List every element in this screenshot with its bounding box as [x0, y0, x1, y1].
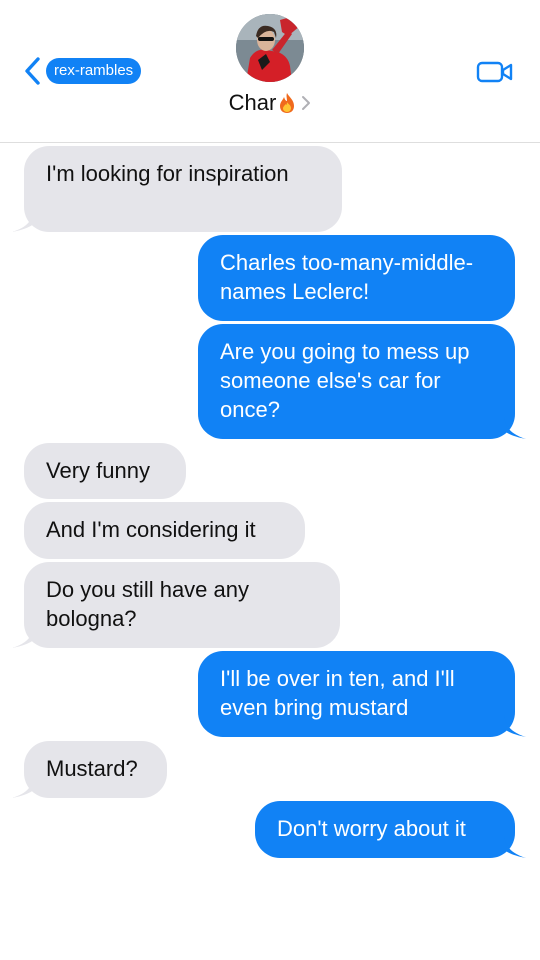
- message-bubble-outgoing[interactable]: Don't worry about it: [255, 801, 515, 858]
- bubble-tail: [504, 836, 526, 858]
- bubble-tail: [504, 715, 526, 737]
- message-bubble-incoming[interactable]: Mustard?: [24, 741, 167, 798]
- bubble-tail: [12, 210, 34, 232]
- message-text: Very funny: [46, 458, 150, 483]
- message-text: And I'm considering it: [46, 517, 256, 542]
- message-bubble-incoming[interactable]: Very funny: [24, 443, 186, 499]
- message-text: Charles too-many-middle-names Leclerc!: [220, 250, 474, 304]
- message-bubble-outgoing[interactable]: Are you going to mess up someone else's …: [198, 324, 515, 439]
- message-text: Don't worry about it: [277, 816, 466, 841]
- bubble-tail: [12, 776, 34, 798]
- message-bubble-outgoing[interactable]: I'll be over in ten, and I'll even bring…: [198, 651, 515, 737]
- message-bubble-outgoing[interactable]: Charles too-many-middle-names Leclerc!: [198, 235, 515, 321]
- message-bubble-incoming[interactable]: I'm looking for inspiration: [24, 146, 342, 232]
- message-bubble-incoming[interactable]: Do you still have any bologna?: [24, 562, 340, 648]
- message-bubble-incoming[interactable]: And I'm considering it: [24, 502, 305, 559]
- bubble-tail: [12, 626, 34, 648]
- message-thread: I'm looking for inspiration Charles too-…: [0, 0, 540, 960]
- message-text: Are you going to mess up someone else's …: [220, 339, 470, 422]
- bubble-tail: [504, 417, 526, 439]
- message-text: I'm looking for inspiration: [46, 161, 289, 186]
- message-text: Mustard?: [46, 756, 138, 781]
- message-text: I'll be over in ten, and I'll even bring…: [220, 666, 455, 720]
- message-text: Do you still have any bologna?: [46, 577, 249, 631]
